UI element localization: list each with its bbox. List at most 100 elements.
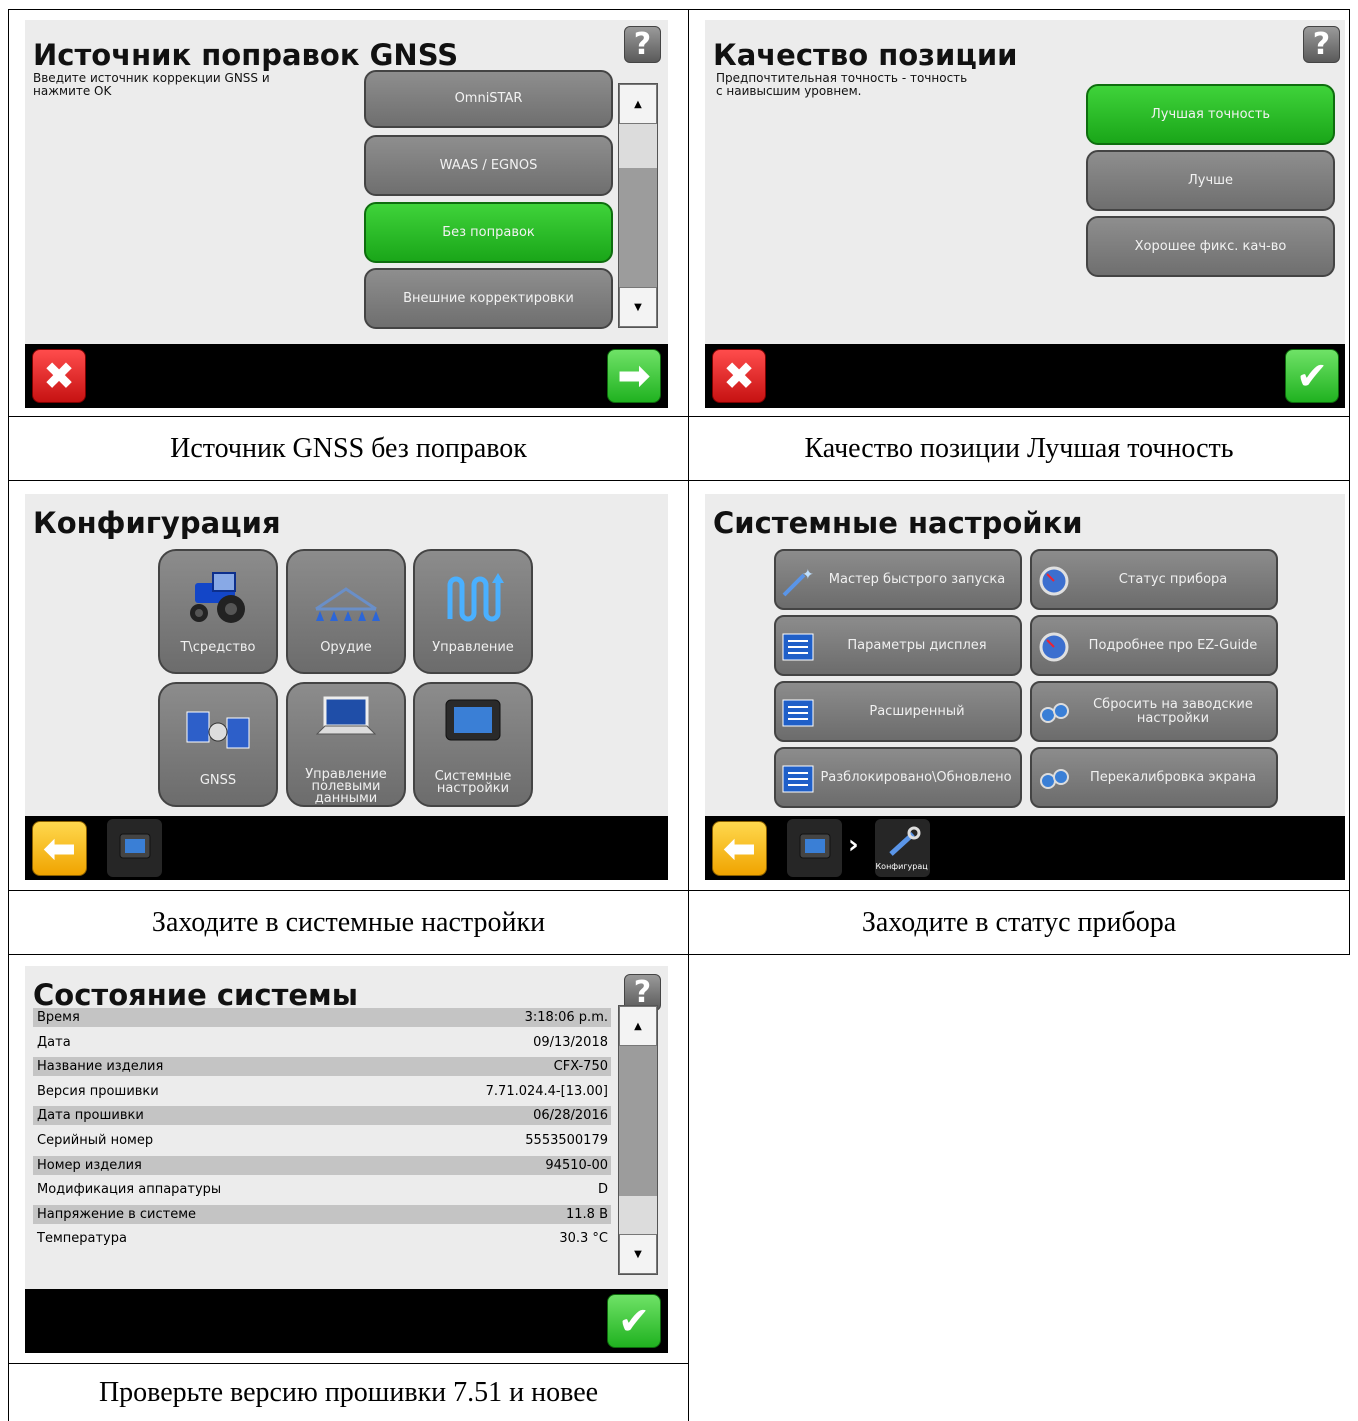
option-external-corrections[interactable]: Внешние корректировки <box>364 268 613 329</box>
button-label: Расширенный <box>869 703 965 719</box>
configuration-screen: Конфигурация Т\средство Орудие Управлени… <box>25 494 668 880</box>
bottom-bar: ✖ ➡ <box>25 344 668 408</box>
bottom-bar: ⬅ › Конфигурац <box>705 816 1345 880</box>
cancel-icon[interactable]: ✖ <box>712 349 766 403</box>
status-value: 7.71.024.4-[13.00] <box>485 1083 608 1099</box>
option-best-accuracy[interactable]: Лучшая точность <box>1086 84 1335 145</box>
system-settings-screen: Системные настройки ✦ Мастер быстрого за… <box>705 494 1345 880</box>
option-no-correction[interactable]: Без поправок <box>364 202 613 263</box>
satellite-icon <box>160 702 276 758</box>
status-row: Название изделия CFX-750 <box>33 1057 611 1077</box>
gnss-correction-screen: Источник поправок GNSS ? Введите источни… <box>25 20 668 408</box>
breadcrumb-label: Конфигурац <box>875 861 928 871</box>
scrollbar[interactable]: ▲ ▼ <box>618 1005 658 1275</box>
status-row: Температура 30.3 °C <box>33 1229 611 1248</box>
about-ez-guide-button[interactable]: Подробнее про EZ-Guide <box>1030 615 1278 676</box>
display-settings-button[interactable]: Параметры дисплея <box>774 615 1022 676</box>
page-title: Источник поправок GNSS <box>33 38 459 72</box>
status-row: Серийный номер 5553500179 <box>33 1131 611 1150</box>
wand-icon: ✦ <box>782 565 814 597</box>
gears-icon <box>1038 697 1070 729</box>
tile-field-data[interactable]: Управление полевыми данными <box>286 682 406 807</box>
status-label: Напряжение в системе <box>37 1206 197 1222</box>
instruction-text: Введите источник коррекции GNSS и нажмит… <box>33 71 270 98</box>
status-label: Версия прошивки <box>37 1083 159 1099</box>
gauge-icon <box>1038 565 1070 597</box>
position-quality-screen: Качество позиции ? Предпочтительная точн… <box>705 20 1345 408</box>
help-icon[interactable]: ? <box>624 26 661 63</box>
caption-2: Качество позиции Лучшая точность <box>804 432 1234 464</box>
status-value: 30.3 °C <box>559 1231 608 1247</box>
help-icon[interactable]: ? <box>1303 26 1340 63</box>
list-icon <box>782 697 814 729</box>
unlock-update-button[interactable]: Разблокировано\Обновлено <box>774 747 1022 808</box>
breadcrumb-home[interactable] <box>787 819 842 877</box>
chevron-right-icon: › <box>848 830 859 860</box>
status-row: Дата прошивки 06/28/2016 <box>33 1106 611 1126</box>
status-label: Дата прошивки <box>37 1108 144 1124</box>
option-waas-egnos[interactable]: WAAS / EGNOS <box>364 135 613 196</box>
scroll-down-button[interactable]: ▼ <box>619 287 657 327</box>
status-value: 11.8 В <box>566 1206 608 1222</box>
button-label: Параметры дисплея <box>847 637 987 653</box>
breadcrumb-home[interactable] <box>107 819 162 877</box>
scroll-down-button[interactable]: ▼ <box>619 1234 657 1274</box>
display-icon <box>118 832 152 864</box>
check-icon[interactable]: ✔ <box>1285 349 1339 403</box>
status-label: Серийный номер <box>37 1133 154 1148</box>
gears-icon <box>1038 763 1070 795</box>
tile-gnss[interactable]: GNSS <box>158 682 278 807</box>
scrollbar-thumb[interactable] <box>619 1196 657 1236</box>
next-arrow-icon[interactable]: ➡ <box>607 349 661 403</box>
advanced-button[interactable]: Расширенный <box>774 681 1022 742</box>
tractor-icon <box>160 569 276 629</box>
button-label: Мастер быстрого запуска <box>828 571 1006 587</box>
device-status-button[interactable]: Статус прибора <box>1030 549 1278 610</box>
tile-label: Т\средство <box>180 640 256 655</box>
option-better[interactable]: Лучше <box>1086 150 1335 211</box>
cancel-icon[interactable]: ✖ <box>32 349 86 403</box>
status-value: 3:18:06 p.m. <box>524 1010 608 1025</box>
wrench-icon <box>883 826 923 864</box>
caption-3: Заходите в системные настройки <box>151 906 546 938</box>
bottom-bar: ⬅ <box>25 816 668 880</box>
tile-label: Управление <box>432 640 514 655</box>
status-label: Время <box>37 1010 80 1025</box>
option-good-fix-quality[interactable]: Хорошее фикс. кач-во <box>1086 216 1335 277</box>
page-title: Состояние системы <box>33 978 358 1012</box>
status-value: 09/13/2018 <box>533 1034 608 1050</box>
status-row: Версия прошивки 7.71.024.4-[13.00] <box>33 1082 611 1101</box>
list-icon <box>782 763 814 795</box>
tile-steering[interactable]: Управление <box>413 549 533 674</box>
svg-text:✦: ✦ <box>802 567 814 583</box>
back-arrow-icon[interactable]: ⬅ <box>712 821 767 876</box>
caption-4: Заходите в статус прибора <box>861 906 1177 938</box>
scrollbar[interactable]: ▲ ▼ <box>618 83 658 328</box>
screen-recalibration-button[interactable]: Перекалибровка экрана <box>1030 747 1278 808</box>
bottom-bar: ✔ <box>25 1289 668 1353</box>
scroll-up-button[interactable]: ▲ <box>619 84 657 124</box>
tile-system-settings[interactable]: Системные настройки <box>413 682 533 807</box>
check-icon[interactable]: ✔ <box>607 1294 661 1348</box>
factory-reset-button[interactable]: Сбросить на заводские настройки <box>1030 681 1278 742</box>
tile-label: Системные настройки <box>434 769 512 796</box>
status-label: Температура <box>37 1231 127 1247</box>
laptop-icon <box>288 694 404 744</box>
option-omnistar[interactable]: OmniSTAR <box>364 70 613 128</box>
tile-label: Орудие <box>320 640 372 655</box>
tile-implement[interactable]: Орудие <box>286 549 406 674</box>
display-icon <box>415 696 531 746</box>
button-label: Сбросить на заводские настройки <box>1093 696 1253 726</box>
status-label: Номер изделия <box>37 1157 142 1173</box>
list-icon <box>782 631 814 663</box>
tile-vehicle[interactable]: Т\средство <box>158 549 278 674</box>
page-title: Качество позиции <box>713 38 1018 72</box>
back-arrow-icon[interactable]: ⬅ <box>32 821 87 876</box>
quick-start-wizard-button[interactable]: ✦ Мастер быстрого запуска <box>774 549 1022 610</box>
breadcrumb-configuration[interactable]: Конфигурац <box>875 819 930 877</box>
scrollbar-thumb[interactable] <box>619 124 657 168</box>
scroll-up-button[interactable]: ▲ <box>619 1006 657 1046</box>
page-title: Конфигурация <box>33 506 281 540</box>
status-row: Модификация аппаратуры D <box>33 1180 611 1199</box>
status-row: Время 3:18:06 p.m. <box>33 1008 611 1027</box>
